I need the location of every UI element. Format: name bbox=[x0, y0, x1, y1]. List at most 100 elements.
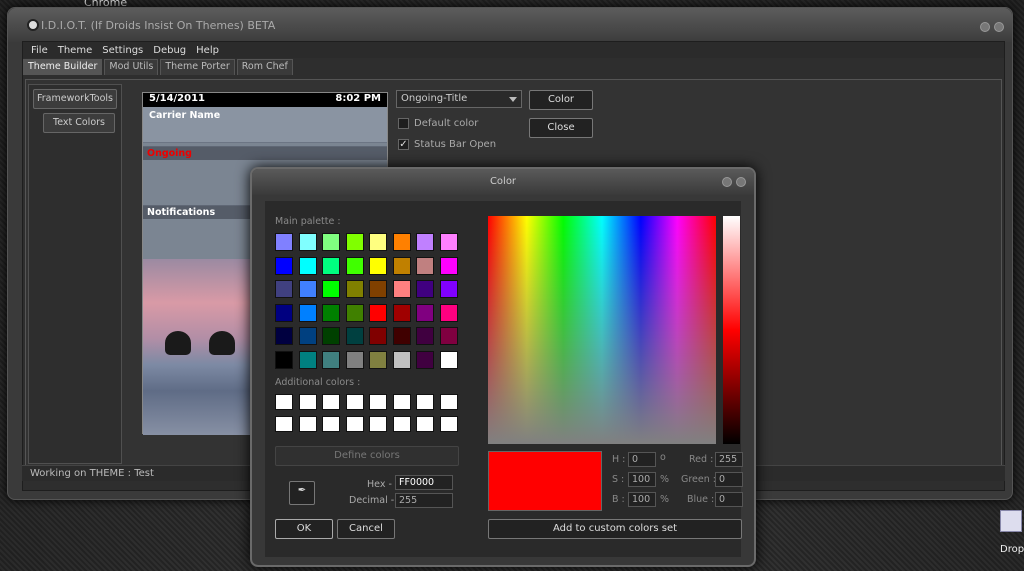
chevron-down-icon[interactable] bbox=[509, 97, 517, 102]
palette-swatch[interactable] bbox=[439, 303, 458, 322]
palette-swatch[interactable] bbox=[416, 303, 434, 322]
custom-color-swatch[interactable] bbox=[369, 416, 387, 432]
element-dropdown[interactable]: Ongoing-Title bbox=[396, 90, 522, 108]
custom-color-swatch[interactable] bbox=[369, 394, 387, 410]
framework-tools-button[interactable]: FrameworkTools bbox=[33, 89, 117, 109]
custom-color-swatch[interactable] bbox=[439, 416, 458, 432]
palette-swatch[interactable] bbox=[439, 280, 458, 298]
palette-swatch[interactable] bbox=[369, 350, 387, 369]
color-button[interactable]: Color bbox=[529, 90, 593, 110]
palette-swatch[interactable] bbox=[298, 327, 317, 345]
custom-color-swatch[interactable] bbox=[322, 394, 340, 410]
menu-debug[interactable]: Debug bbox=[153, 45, 186, 56]
custom-color-swatch[interactable] bbox=[416, 394, 434, 410]
minimize-icon[interactable] bbox=[722, 177, 732, 187]
custom-color-swatch[interactable] bbox=[345, 416, 364, 432]
ok-button[interactable]: OK bbox=[275, 519, 333, 539]
custom-color-swatch[interactable] bbox=[345, 394, 364, 410]
menu-file[interactable]: File bbox=[31, 45, 48, 56]
palette-swatch[interactable] bbox=[322, 256, 340, 275]
palette-swatch[interactable] bbox=[275, 327, 293, 345]
color-spectrum[interactable] bbox=[488, 216, 716, 444]
palette-swatch[interactable] bbox=[275, 280, 293, 298]
palette-swatch[interactable] bbox=[392, 327, 411, 345]
palette-swatch[interactable] bbox=[392, 350, 411, 369]
palette-swatch[interactable] bbox=[392, 233, 411, 251]
tab-mod-utils[interactable]: Mod Utils bbox=[104, 59, 159, 75]
hex-input[interactable]: FF0000 bbox=[395, 475, 453, 490]
palette-swatch[interactable] bbox=[345, 256, 364, 275]
palette-swatch[interactable] bbox=[392, 303, 411, 322]
cancel-button[interactable]: Cancel bbox=[337, 519, 395, 539]
palette-swatch[interactable] bbox=[439, 233, 458, 251]
b-input[interactable]: 100 bbox=[628, 492, 656, 507]
custom-color-swatch[interactable] bbox=[298, 394, 317, 410]
close-window-icon[interactable] bbox=[994, 22, 1004, 32]
tab-rom-chef[interactable]: Rom Chef bbox=[236, 59, 293, 75]
palette-swatch[interactable] bbox=[392, 256, 411, 275]
decimal-input[interactable]: 255 bbox=[395, 493, 453, 508]
close-dialog-icon[interactable] bbox=[736, 177, 746, 187]
palette-swatch[interactable] bbox=[345, 327, 364, 345]
custom-color-swatch[interactable] bbox=[322, 416, 340, 432]
palette-swatch[interactable] bbox=[322, 233, 340, 251]
palette-swatch[interactable] bbox=[439, 256, 458, 275]
h-input[interactable]: 0 bbox=[628, 452, 656, 467]
palette-swatch[interactable] bbox=[416, 327, 434, 345]
green-input[interactable]: 0 bbox=[715, 472, 743, 487]
red-input[interactable]: 255 bbox=[715, 452, 743, 467]
palette-swatch[interactable] bbox=[298, 256, 317, 275]
palette-swatch[interactable] bbox=[298, 350, 317, 369]
eyedropper-icon[interactable]: ✒ bbox=[289, 481, 315, 505]
palette-swatch[interactable] bbox=[439, 327, 458, 345]
palette-swatch[interactable] bbox=[322, 303, 340, 322]
custom-color-swatch[interactable] bbox=[392, 394, 411, 410]
palette-swatch[interactable] bbox=[416, 233, 434, 251]
custom-color-swatch[interactable] bbox=[275, 394, 293, 410]
palette-swatch[interactable] bbox=[369, 256, 387, 275]
palette-swatch[interactable] bbox=[416, 350, 434, 369]
menu-settings[interactable]: Settings bbox=[102, 45, 143, 56]
palette-swatch[interactable] bbox=[416, 280, 434, 298]
checkbox-box[interactable] bbox=[398, 118, 409, 129]
palette-swatch[interactable] bbox=[369, 303, 387, 322]
custom-color-swatch[interactable] bbox=[439, 394, 458, 410]
palette-swatch[interactable] bbox=[275, 303, 293, 322]
luminance-slider[interactable] bbox=[723, 216, 740, 444]
status-bar-open-checkbox[interactable]: ✓ Status Bar Open bbox=[398, 139, 496, 150]
palette-swatch[interactable] bbox=[369, 233, 387, 251]
custom-color-swatch[interactable] bbox=[298, 416, 317, 432]
custom-color-swatch[interactable] bbox=[416, 416, 434, 432]
define-colors-button[interactable]: Define colors bbox=[275, 446, 459, 466]
palette-swatch[interactable] bbox=[439, 350, 458, 369]
palette-swatch[interactable] bbox=[345, 233, 364, 251]
s-input[interactable]: 100 bbox=[628, 472, 656, 487]
palette-swatch[interactable] bbox=[345, 280, 364, 298]
palette-swatch[interactable] bbox=[322, 327, 340, 345]
dialog-title-bar[interactable]: Color bbox=[252, 169, 754, 195]
tab-theme-builder[interactable]: Theme Builder bbox=[23, 59, 103, 75]
custom-color-swatch[interactable] bbox=[392, 416, 411, 432]
palette-swatch[interactable] bbox=[322, 280, 340, 298]
palette-swatch[interactable] bbox=[345, 350, 364, 369]
palette-swatch[interactable] bbox=[298, 233, 317, 251]
add-custom-color-button[interactable]: Add to custom colors set bbox=[488, 519, 742, 539]
blue-input[interactable]: 0 bbox=[715, 492, 743, 507]
palette-swatch[interactable] bbox=[392, 280, 411, 298]
palette-swatch[interactable] bbox=[275, 350, 293, 369]
checkmark-icon[interactable]: ✓ bbox=[398, 139, 409, 150]
menu-help[interactable]: Help bbox=[196, 45, 219, 56]
default-color-checkbox[interactable]: Default color bbox=[398, 118, 478, 129]
palette-swatch[interactable] bbox=[275, 233, 293, 251]
palette-swatch[interactable] bbox=[275, 256, 293, 275]
title-bar[interactable]: I.D.I.O.T. (If Droids Insist On Themes) … bbox=[8, 8, 1012, 42]
minimize-icon[interactable] bbox=[980, 22, 990, 32]
custom-color-swatch[interactable] bbox=[275, 416, 293, 432]
close-button[interactable]: Close bbox=[529, 118, 593, 138]
palette-swatch[interactable] bbox=[322, 350, 340, 369]
tab-theme-porter[interactable]: Theme Porter bbox=[160, 59, 235, 75]
palette-swatch[interactable] bbox=[298, 280, 317, 298]
palette-swatch[interactable] bbox=[369, 327, 387, 345]
palette-swatch[interactable] bbox=[298, 303, 317, 322]
text-colors-button[interactable]: Text Colors bbox=[43, 113, 115, 133]
